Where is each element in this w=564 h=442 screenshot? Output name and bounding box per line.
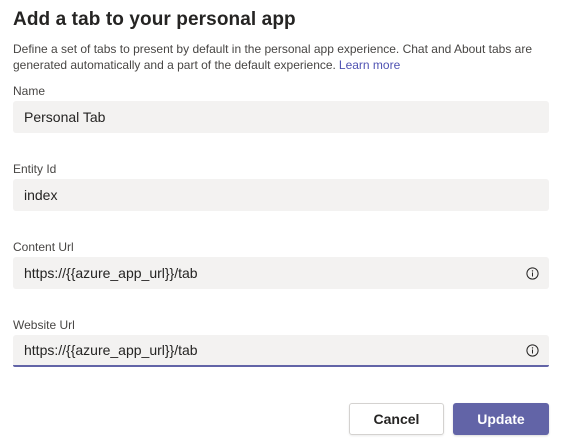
dialog-title: Add a tab to your personal app	[13, 9, 296, 30]
entity-id-field[interactable]: index	[13, 179, 549, 211]
info-icon[interactable]	[526, 343, 539, 357]
entity-id-value: index	[24, 187, 58, 203]
info-icon[interactable]	[526, 266, 539, 280]
content-url-field[interactable]: https://{{azure_app_url}}/tab	[13, 257, 549, 289]
content-url-value: https://{{azure_app_url}}/tab	[24, 265, 198, 281]
entity-id-label: Entity Id	[13, 162, 57, 176]
description-text: Define a set of tabs to present by defau…	[13, 42, 533, 72]
website-url-field[interactable]: https://{{azure_app_url}}/tab	[13, 335, 549, 367]
name-field[interactable]: Personal Tab	[13, 101, 549, 133]
add-tab-dialog: Add a tab to your personal app Define a …	[0, 0, 564, 442]
website-url-value: https://{{azure_app_url}}/tab	[24, 342, 198, 358]
name-value: Personal Tab	[24, 109, 106, 125]
cancel-button[interactable]: Cancel	[349, 403, 444, 435]
website-url-label: Website Url	[13, 318, 75, 332]
dialog-description: Define a set of tabs to present by defau…	[13, 41, 548, 73]
name-label: Name	[13, 84, 46, 98]
update-button[interactable]: Update	[453, 403, 549, 435]
content-url-label: Content Url	[13, 240, 74, 254]
learn-more-link[interactable]: Learn more	[339, 58, 400, 72]
